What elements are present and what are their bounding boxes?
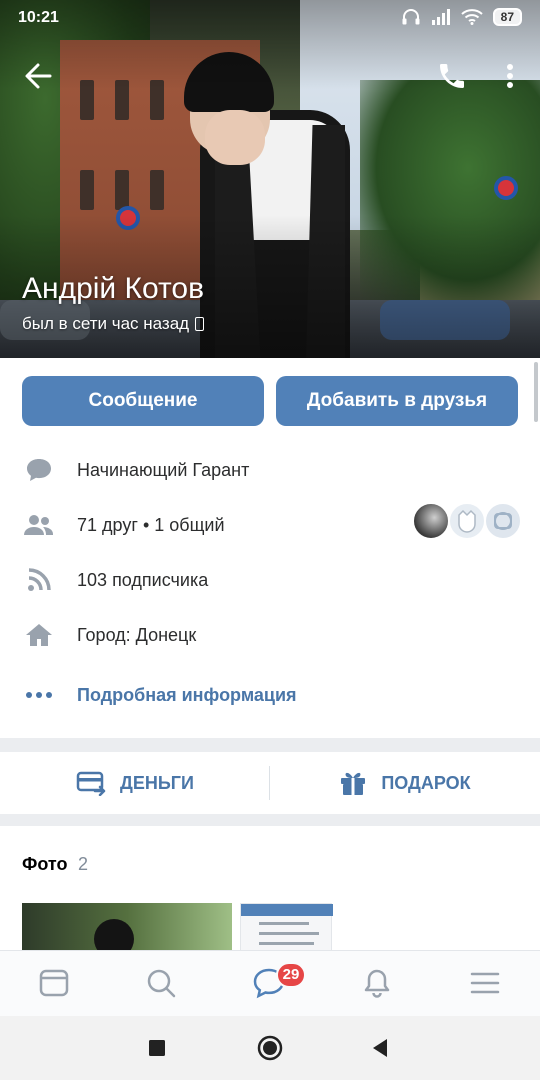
followers-word: подписчика xyxy=(112,569,209,590)
triangle-back-icon xyxy=(373,1039,387,1057)
home-button[interactable] xyxy=(256,1034,284,1062)
friends-count: 71 xyxy=(77,514,98,535)
money-label: ДЕНЬГИ xyxy=(120,772,194,793)
avatar xyxy=(448,502,486,540)
more-vertical-icon xyxy=(507,64,513,88)
arrow-back-icon xyxy=(25,63,52,89)
photos-card: Фото 2 xyxy=(0,826,540,950)
notifications-icon xyxy=(364,969,390,998)
tab-menu[interactable] xyxy=(463,963,507,1003)
comment-icon xyxy=(22,453,56,487)
friends-avatars[interactable] xyxy=(412,502,522,542)
avatar xyxy=(412,502,450,540)
square-icon xyxy=(149,1040,165,1056)
followers-summary: 103 подписчика xyxy=(77,570,208,591)
wifi-icon xyxy=(460,9,483,25)
status-time: 10:21 xyxy=(18,9,59,26)
bottom-tab-bar xyxy=(0,950,540,1016)
friends-word: друг xyxy=(102,514,138,535)
separator-dot: • xyxy=(137,514,155,535)
mobile-device-icon xyxy=(195,317,205,331)
add-friend-button[interactable]: Добавить в друзья xyxy=(276,376,518,426)
followers-row[interactable]: 103 подписчика xyxy=(0,560,540,600)
last-seen-status: был в сети час назад xyxy=(22,314,205,334)
home-icon xyxy=(22,618,56,652)
call-button[interactable] xyxy=(436,60,468,92)
messages-badge: 29 xyxy=(276,962,306,988)
mutual-word: общий xyxy=(169,514,225,535)
system-back-button[interactable] xyxy=(366,1034,394,1062)
circle-icon xyxy=(257,1035,283,1061)
more-button[interactable] xyxy=(496,60,524,92)
news-icon xyxy=(39,969,69,997)
search-icon xyxy=(147,969,176,998)
actions-card: ДЕНЬГИ ПОДАРОК xyxy=(0,752,540,814)
headphones-icon xyxy=(402,9,420,25)
status-bar: 10:21 87 xyxy=(0,0,540,36)
users-icon xyxy=(22,508,56,542)
rss-icon xyxy=(22,563,56,597)
tab-notifications[interactable] xyxy=(355,963,399,1003)
signal-icon xyxy=(431,9,450,25)
scroll-indicator[interactable] xyxy=(534,362,538,422)
money-transfer-icon xyxy=(76,771,106,796)
phone-icon xyxy=(440,64,464,88)
photo-thumbnail[interactable] xyxy=(22,903,232,950)
system-navigation-bar xyxy=(0,1016,540,1080)
more-info-link[interactable]: Подробная информация xyxy=(77,685,297,706)
more-horizontal-icon xyxy=(22,678,56,712)
gift-icon xyxy=(341,772,366,795)
profile-info-card: Сообщение Добавить в друзья Начинающий Г… xyxy=(0,358,540,738)
photos-count: 2 xyxy=(78,854,89,874)
tab-search[interactable] xyxy=(139,963,183,1003)
back-button[interactable] xyxy=(20,58,60,94)
menu-icon xyxy=(470,972,500,994)
friends-summary: 71 друг • 1 общий xyxy=(77,515,225,536)
photos-title[interactable]: Фото xyxy=(22,854,67,875)
send-gift-button[interactable]: ПОДАРОК xyxy=(270,752,540,814)
tab-news[interactable] xyxy=(32,963,76,1003)
avatar xyxy=(484,502,522,540)
city-text: Город: Донецк xyxy=(77,624,197,645)
mutual-count: 1 xyxy=(154,514,165,535)
status-row: Начинающий Гарант xyxy=(0,450,540,490)
gift-label: ПОДАРОК xyxy=(381,772,471,793)
photo-thumbnail[interactable] xyxy=(240,903,333,950)
followers-count: 103 xyxy=(77,569,108,590)
city-row: Город: Донецк xyxy=(0,615,540,655)
send-message-button[interactable]: Сообщение xyxy=(22,376,264,426)
last-seen-text: был в сети час назад xyxy=(22,314,190,333)
profile-name: Андрій Котов xyxy=(22,272,205,305)
battery-indicator: 87 xyxy=(492,8,522,26)
status-text: Начинающий Гарант xyxy=(77,459,250,480)
recent-apps-button[interactable] xyxy=(143,1034,171,1062)
more-info-row[interactable]: Подробная информация xyxy=(0,675,540,715)
send-money-button[interactable]: ДЕНЬГИ xyxy=(0,752,270,814)
